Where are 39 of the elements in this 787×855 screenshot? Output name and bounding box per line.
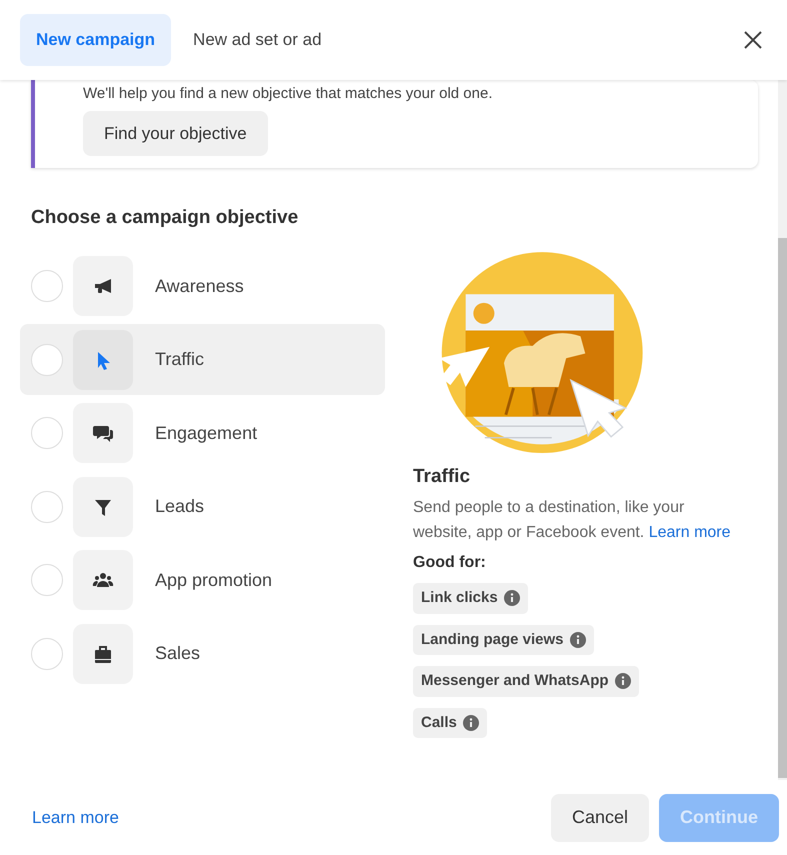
objective-row[interactable]: Leads [20, 471, 385, 542]
find-objective-button[interactable]: Find your objective [83, 110, 268, 156]
radio-button[interactable] [31, 490, 63, 522]
tab[interactable]: New ad set or ad [177, 14, 338, 66]
cancel-button[interactable]: Cancel [550, 794, 649, 842]
radio-button[interactable] [31, 564, 63, 596]
objective-row[interactable]: App promotion [20, 544, 385, 616]
scrollbar[interactable] [778, 80, 787, 780]
objective-label: Traffic [155, 348, 204, 371]
objective-label: Leads [155, 495, 204, 518]
tab[interactable]: New campaign [20, 14, 172, 66]
close-icon [743, 30, 763, 50]
objective-row[interactable]: Sales [20, 618, 385, 689]
goal-tag: Landing page views [413, 624, 594, 655]
goal-tag: Calls [413, 708, 487, 738]
learn-more-link[interactable]: Learn more [32, 804, 119, 830]
detail-title: Traffic [413, 464, 472, 488]
goal-tag: Link clicks [413, 583, 528, 614]
good-for-label: Good for: [413, 553, 487, 573]
objective-label: Engagement [155, 422, 258, 445]
radio-button[interactable] [31, 344, 63, 376]
radio-button[interactable] [31, 417, 63, 449]
info-icon[interactable] [462, 714, 479, 731]
info-icon[interactable] [504, 590, 520, 606]
section-heading: Choose a campaign objective [31, 206, 300, 230]
objective-label: App promotion [155, 568, 272, 592]
objective-row[interactable]: Engagement [20, 398, 385, 468]
objective-description: Send people to a destination, like your website, app or Facebook event. Learn more [413, 498, 732, 543]
notice-text: We'll help you find a new objective that matches your old one. [83, 84, 494, 104]
learn-more-link[interactable]: Learn more [648, 524, 731, 541]
objective-row-highlight[interactable]: Traffic [20, 324, 385, 395]
info-icon[interactable] [614, 673, 631, 690]
goal-tag: Messenger and WhatsApp [413, 666, 639, 696]
radio-button[interactable] [31, 270, 63, 302]
objective-row[interactable]: Awareness [20, 250, 385, 322]
objective-label: Sales [155, 642, 200, 665]
radio-button[interactable] [31, 638, 63, 670]
info-icon[interactable] [570, 632, 586, 648]
objective-label: Awareness [155, 274, 244, 298]
